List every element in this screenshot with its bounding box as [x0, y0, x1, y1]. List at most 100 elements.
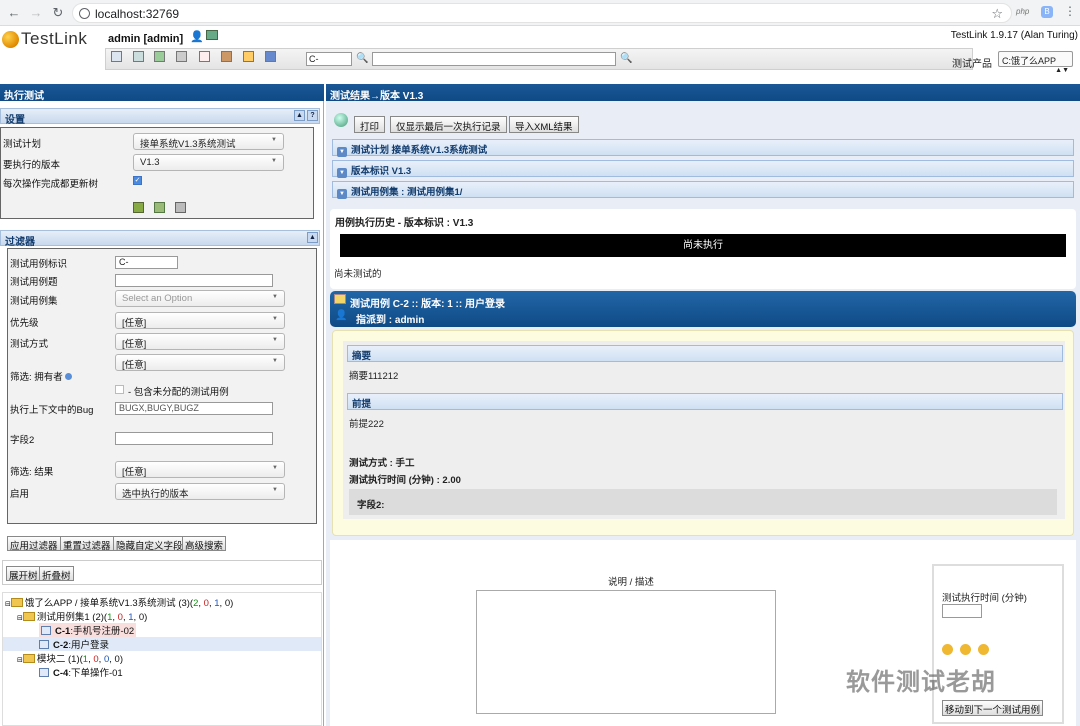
testcase-icon [41, 626, 51, 635]
collapse-arrow-icon: ▼ [337, 168, 347, 178]
import-xml-results-button[interactable]: 导入XML结果 [509, 116, 579, 133]
move-next-testcase-button[interactable]: 移动到下一个测试用例 [942, 700, 1044, 716]
tree-node-suite1[interactable]: ⊟ 测试用例集1 (2)(1, 0, 1, 0) [17, 609, 147, 623]
reload-icon[interactable]: ↻ [50, 5, 66, 21]
url-text: localhost:32769 [95, 7, 180, 21]
filter-bug-input[interactable]: BUGX,BUGY,BUGZ [115, 402, 273, 415]
collapse-tree-button[interactable]: 折叠树 [39, 566, 74, 582]
notes-textarea[interactable] [476, 590, 776, 714]
testcase-icon [39, 640, 49, 649]
collapse-icon[interactable]: ▲ [307, 232, 318, 243]
user-profile-icon[interactable]: 👤 [190, 30, 204, 43]
folder-icon [22, 654, 35, 663]
tree-node-c4[interactable]: C-4:下单操作-01 [39, 665, 123, 679]
export-icon[interactable] [175, 202, 186, 213]
php-extension-icon[interactable]: php [1016, 7, 1029, 16]
product-label: 测试产品 [952, 59, 992, 70]
section-test-plan[interactable]: ▼ 测试计划 接单系统V1.3系统测试 [332, 139, 1074, 157]
filters-box: 测试用例标识 C- 测试用例题 测试用例集 Select an Option 优… [7, 248, 317, 524]
filter-result-select[interactable]: [任意] [115, 461, 285, 478]
tree-node-module2[interactable]: ⊟ 模块二 (1)(1, 0, 0, 0) [17, 651, 123, 665]
settings-box: 测试计划 接单系统V1.3系统测试 要执行的版本 V1.3 每次操作完成都更新树… [0, 127, 314, 219]
settings-header[interactable]: 设置 ▲ ? [0, 108, 320, 126]
field2-row: 字段2: [349, 489, 1057, 515]
testlink-logo[interactable]: TestLink [2, 29, 102, 51]
execution-area: 说明 / 描述 测试执行时间 (分钟) 移动到下一个测试用例 [330, 540, 1076, 726]
duration-input[interactable] [942, 604, 982, 618]
product-select[interactable]: C:饿了么APP ▲▼ [998, 51, 1073, 74]
testcase-title: 测试用例 C-2 :: 版本: 1 :: 用户登录 [350, 299, 505, 310]
update-tree-icon[interactable] [133, 202, 144, 213]
bulk-execute-icon[interactable] [154, 202, 165, 213]
filter-priority-select[interactable]: [任意] [115, 312, 285, 329]
users-icon[interactable] [221, 51, 232, 62]
filter-field2-input[interactable] [115, 432, 273, 445]
testcase-edit-icon[interactable] [334, 294, 346, 304]
refresh-icon[interactable] [334, 113, 348, 127]
filter-enable-select[interactable]: 选中执行的版本 [115, 483, 285, 500]
hide-custom-fields-button[interactable]: 隐藏自定义字段 [113, 536, 186, 552]
exec-type: 测试方式 : 手工 [349, 458, 415, 469]
collapse-arrow-icon: ▼ [337, 147, 347, 157]
filter-owner-select[interactable]: [任意] [115, 354, 285, 371]
tree-node-c2-selected[interactable]: C-2:用户登录 [3, 637, 321, 651]
test-spec-icon[interactable] [154, 51, 165, 62]
edit-icon[interactable] [265, 51, 276, 62]
tree-node-root[interactable]: ⊟ 饿了么APP / 接单系统V1.3系统测试 (3)(2, 0, 1, 0) [5, 595, 233, 609]
events-icon[interactable] [243, 51, 254, 62]
logout-icon[interactable] [206, 30, 218, 40]
print-button[interactable]: 打印 [354, 116, 386, 133]
left-panel: 执行测试 设置 ▲ ? 测试计划 接单系统V1.3系统测试 要执行的版本 V1.… [0, 84, 324, 726]
refresh-tree-checkbox[interactable]: ✓ [133, 176, 142, 185]
testcase-id-search-input[interactable]: C- [306, 52, 352, 66]
test-plan-select[interactable]: 接单系统V1.3系统测试 [133, 133, 284, 150]
help-icon[interactable]: ? [307, 110, 318, 121]
history-panel: 用例执行历史 - 版本标识 : V1.3 尚未执行 尚未测试的 [330, 209, 1076, 289]
browser-menu-icon[interactable]: ⋮ [1064, 4, 1076, 18]
filter-exec-type-select[interactable]: [任意] [115, 333, 285, 350]
b-extension-icon[interactable]: B [1041, 6, 1053, 18]
not-run-banner: 尚未执行 [340, 234, 1066, 257]
text-search-input[interactable] [372, 52, 616, 66]
blocked-result-icon[interactable] [978, 644, 989, 655]
filter-tc-id-input[interactable]: C- [115, 256, 178, 269]
filter-tc-title-input[interactable] [115, 274, 273, 287]
duration-label: 测试执行时间 (分钟) [942, 593, 1027, 604]
testcase-details: 摘要 摘要111212 前提 前提222 测试方式 : 手工 测试执行时间 (分… [332, 330, 1074, 536]
filters-header[interactable]: 过滤器 ▲ [0, 230, 320, 248]
back-icon[interactable]: ← [6, 5, 22, 21]
reset-filter-button[interactable]: 重置过滤器 [60, 536, 114, 552]
execute-icon[interactable] [199, 51, 210, 62]
apply-filter-button[interactable]: 应用过滤器 [7, 536, 61, 552]
search-icon[interactable]: 🔍 [356, 53, 368, 64]
results-title: 测试结果→版本 V1.3 [326, 84, 1080, 102]
test-tree: ⊟ 饿了么APP / 接单系统V1.3系统测试 (3)(2, 0, 1, 0) ⊟… [2, 592, 322, 726]
advanced-search-button[interactable]: 高级搜索 [182, 536, 227, 552]
assigned-to: 指派到 : admin [356, 315, 425, 326]
section-test-suite[interactable]: ▼ 测试用例集 : 测试用例集1/ [332, 181, 1074, 199]
requirements-icon[interactable] [133, 51, 144, 62]
forward-icon[interactable]: → [28, 5, 44, 21]
filter-suite-select[interactable]: Select an Option [115, 290, 285, 307]
test-plan-icon[interactable] [176, 51, 187, 62]
collapse-icon[interactable]: ▲ [294, 110, 305, 121]
section-build[interactable]: ▼ 版本标识 V1.3 [332, 160, 1074, 178]
expand-tree-button[interactable]: 展开树 [6, 566, 41, 582]
search-icon[interactable]: 🔍 [620, 53, 632, 64]
desktop-icon[interactable] [111, 51, 122, 62]
tree-node-c1[interactable]: C-1:手机号注册-02 [39, 623, 137, 637]
show-last-execution-button[interactable]: 仅显示最后一次执行记录 [390, 116, 507, 133]
execution-side-box: 测试执行时间 (分钟) 移动到下一个测试用例 [932, 564, 1064, 724]
address-bar[interactable]: localhost:32769 ☆ [72, 3, 1012, 23]
right-panel: 测试结果→版本 V1.3 打印 仅显示最后一次执行记录 导入XML结果 ▼ 测试计… [326, 84, 1080, 726]
user-icon: 👤 [335, 310, 348, 321]
include-unassigned-checkbox[interactable] [115, 385, 124, 394]
build-select[interactable]: V1.3 [133, 154, 284, 171]
summary-text: 摘要111212 [349, 371, 399, 382]
fail-result-icon[interactable] [960, 644, 971, 655]
testcase-header: 测试用例 C-2 :: 版本: 1 :: 用户登录 👤 指派到 : admin [330, 291, 1076, 327]
bookmark-star-icon[interactable]: ☆ [991, 6, 1003, 22]
logo-ball-icon [2, 31, 19, 48]
not-tested-text: 尚未测试的 [334, 269, 382, 280]
pass-result-icon[interactable] [942, 644, 953, 655]
